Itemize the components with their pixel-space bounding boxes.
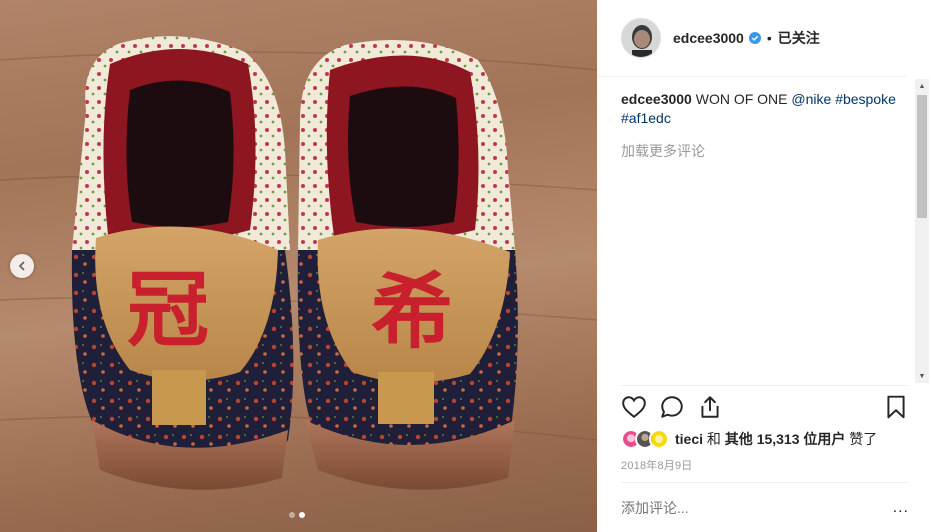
more-options-icon[interactable]: ... [893, 499, 909, 517]
likes-text: tieci 和 其他 15,313 位用户 赞了 [675, 429, 877, 449]
comments-scrollbar[interactable]: ▲ ▼ [915, 79, 929, 383]
heart-icon[interactable] [621, 394, 647, 420]
author-avatar[interactable] [621, 18, 661, 58]
share-icon[interactable] [697, 394, 723, 420]
add-comment-input[interactable] [621, 499, 861, 516]
following-button[interactable]: 已关注 [778, 28, 820, 48]
others-suffix[interactable]: 位用户 [803, 431, 845, 447]
hashtag-link[interactable]: #bespoke [835, 91, 896, 107]
carousel-prev-button[interactable] [10, 254, 34, 278]
post-caption: edcee3000 WON OF ONE @nike #bespoke #af1… [621, 90, 909, 128]
bookmark-icon[interactable] [883, 394, 909, 420]
verified-badge-icon [748, 32, 761, 44]
right-heel-character: 希 [371, 265, 453, 360]
likes-connector: 和 [706, 431, 721, 447]
chevron-left-icon [18, 261, 25, 271]
scroll-up-arrow-icon[interactable]: ▲ [915, 79, 929, 93]
post-header: edcee3000 • 已关注 [597, 0, 907, 77]
scroll-down-arrow-icon[interactable]: ▼ [915, 369, 929, 383]
liker-avatar[interactable] [649, 429, 669, 449]
likes-count[interactable]: 15,313 [757, 431, 800, 447]
caption-username[interactable]: edcee3000 [621, 91, 692, 107]
left-heel-character: 冠 [127, 263, 209, 358]
mention-link[interactable]: @nike [791, 91, 831, 107]
caption-text: WON OF ONE [695, 91, 788, 107]
comments-section: edcee3000 WON OF ONE @nike #bespoke #af1… [621, 90, 909, 380]
others-prefix[interactable]: 其他 [725, 431, 753, 447]
comment-icon[interactable] [659, 394, 685, 420]
likes-summary: tieci 和 其他 15,313 位用户 赞了 [621, 428, 877, 450]
header-separator: • [766, 30, 772, 46]
author-username[interactable]: edcee3000 [673, 30, 744, 46]
sneakers-image: 冠 希 [0, 36, 597, 490]
carousel-indicator [289, 512, 305, 518]
liker-username[interactable]: tieci [675, 431, 703, 447]
post-side-panel: edcee3000 • 已关注 edcee3000 WON OF ONE @ni… [597, 0, 931, 532]
liked-label: 赞了 [849, 431, 878, 447]
scrollbar-thumb[interactable] [917, 95, 927, 218]
post-date[interactable]: 2018年8月9日 [621, 457, 693, 473]
load-more-comments-link[interactable]: 加载更多评论 [621, 142, 909, 161]
post-photo: 冠 希 [0, 0, 597, 532]
carousel-dot-active [299, 512, 305, 518]
avatar-image [622, 19, 660, 57]
add-comment-bar: ... [621, 482, 909, 532]
carousel-dot [289, 512, 295, 518]
post-actions [621, 385, 909, 429]
hashtag-link[interactable]: #af1edc [621, 110, 671, 126]
